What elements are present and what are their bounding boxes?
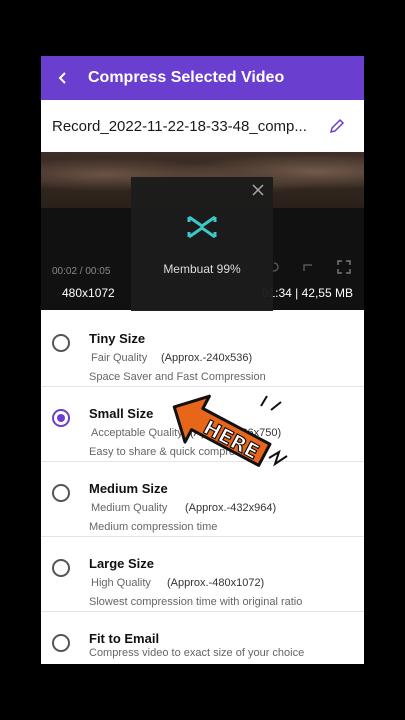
radio-button-selected[interactable] (52, 409, 70, 427)
option-description: Medium compression time (89, 521, 218, 533)
option-description: Slowest compression time with original r… (89, 596, 303, 608)
phone-screen: Compress Selected Video Record_2022-11-2… (41, 56, 364, 664)
fullscreen-icon[interactable] (337, 260, 351, 274)
option-approx: (Approx.-432x964) (185, 502, 277, 514)
option-name: Large Size (89, 556, 155, 571)
page-title: Compress Selected Video (88, 69, 285, 86)
filename-row: Record_2022-11-22-18-33-48_comp... (41, 100, 364, 152)
option-quality: Medium Quality (91, 502, 168, 514)
option-name: Fit to Email (89, 631, 160, 646)
option-quality: High Quality (91, 577, 151, 589)
file-name: Record_2022-11-22-18-33-48_comp... (52, 117, 306, 135)
option-tiny-size[interactable]: Tiny Size Fair Quality (Approx.-240x536)… (41, 312, 364, 387)
progress-status: Membuat 99% (163, 262, 241, 276)
radio-button[interactable] (52, 634, 70, 652)
option-description: Space Saver and Fast Compression (89, 371, 266, 383)
close-icon[interactable] (249, 181, 267, 199)
option-fit-to-email[interactable]: Fit to Email Compress video to exact siz… (41, 612, 364, 664)
radio-button[interactable] (52, 334, 70, 352)
playback-time: 00:02 / 00:05 (52, 266, 111, 277)
progress-dialog: Membuat 99% (131, 177, 273, 311)
option-approx: (Approx.-480x1072) (167, 577, 265, 589)
option-approx: (Approx.-240x536) (161, 352, 253, 364)
here-arrow-sticker: HERE (172, 394, 288, 467)
compression-options: Tiny Size Fair Quality (Approx.-240x536)… (41, 312, 364, 664)
option-name: Small Size (89, 406, 154, 421)
radio-button[interactable] (52, 559, 70, 577)
back-arrow-icon[interactable] (41, 56, 85, 100)
video-duration-size: 01:34 | 42,55 MB (261, 286, 353, 300)
video-resolution: 480x1072 (62, 286, 115, 300)
radio-button[interactable] (52, 484, 70, 502)
redo-icon[interactable] (301, 260, 315, 274)
option-quality: Fair Quality (91, 352, 148, 364)
option-large-size[interactable]: Large Size High Quality (Approx.-480x107… (41, 537, 364, 612)
option-name: Medium Size (89, 481, 168, 496)
option-description: Compress video to exact size of your cho… (89, 647, 305, 659)
capcut-logo-icon (187, 215, 217, 239)
pencil-icon[interactable] (324, 113, 350, 139)
app-bar: Compress Selected Video (41, 56, 364, 100)
option-name: Tiny Size (89, 331, 146, 346)
